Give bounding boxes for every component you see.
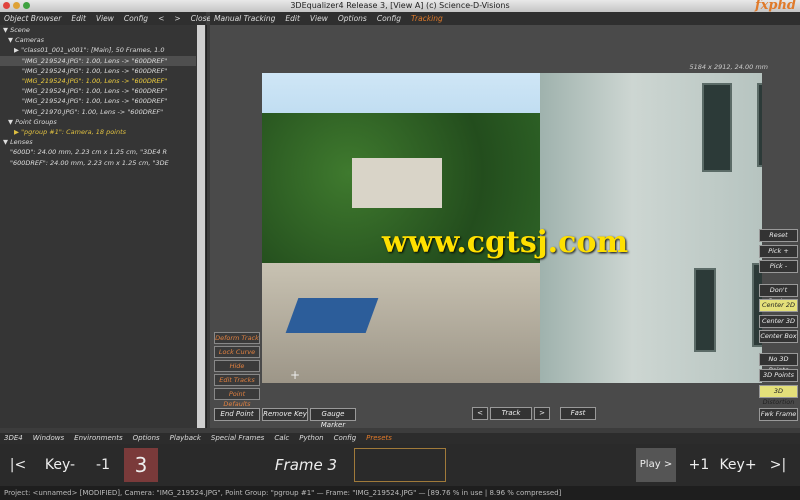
tree-item-camera[interactable]: "IMG_219524.JPG": 1.00, Lens -> "600DREF… xyxy=(0,86,196,96)
hide-button[interactable]: Hide xyxy=(214,360,260,372)
crosshair-icon: + xyxy=(290,368,301,382)
menu-3de4[interactable]: 3DE4 xyxy=(4,433,23,444)
menu-presets[interactable]: Presets xyxy=(366,433,392,444)
close-pane-button[interactable]: Close xyxy=(191,12,211,25)
tree-item-lenses[interactable]: ▼ Lenses xyxy=(0,137,196,147)
fast-button[interactable]: Fast xyxy=(560,407,596,420)
end-point-button[interactable]: End Point xyxy=(214,408,260,421)
menu-view-main[interactable]: View xyxy=(310,12,328,25)
bottom-menu: 3DE4 Windows Environments Options Playba… xyxy=(0,433,800,444)
window-controls[interactable] xyxy=(3,2,30,9)
menu-options[interactable]: Options xyxy=(338,12,367,25)
zoom-window-icon[interactable] xyxy=(23,2,30,9)
track-forward-button[interactable]: > xyxy=(534,407,550,420)
blue-tarp xyxy=(285,298,379,333)
window-pane xyxy=(757,83,762,167)
menu-windows[interactable]: Windows xyxy=(33,433,64,444)
window-title: 3DEqualizer4 Release 3, [View A] (c) Sci… xyxy=(290,1,510,10)
object-browser-pane: ▼ Scene ▼ Cameras ▶ "class01_001_v001": … xyxy=(0,25,207,428)
tree-item-cameras[interactable]: ▼ Cameras xyxy=(0,35,196,45)
plus-one-button[interactable]: +1 xyxy=(682,448,716,482)
menu-object-browser[interactable]: Object Browser xyxy=(4,12,61,25)
menu-config-bottom[interactable]: Config xyxy=(334,433,357,444)
key-minus-button[interactable]: Key- xyxy=(38,448,82,482)
minus-one-button[interactable]: -1 xyxy=(86,448,120,482)
last-frame-button[interactable]: >| xyxy=(762,448,794,482)
reset-button[interactable]: Reset xyxy=(759,229,798,242)
menu-edit[interactable]: Edit xyxy=(71,12,86,25)
window-pane xyxy=(694,268,716,352)
menu-python[interactable]: Python xyxy=(299,433,323,444)
minimize-window-icon[interactable] xyxy=(13,2,20,9)
first-frame-button[interactable]: |< xyxy=(4,448,32,482)
menu-options-bottom[interactable]: Options xyxy=(133,433,160,444)
menu-config[interactable]: Config xyxy=(124,12,148,25)
title-bar: 3DEqualizer4 Release 3, [View A] (c) Sci… xyxy=(0,0,800,12)
close-window-icon[interactable] xyxy=(3,2,10,9)
tree-scrollbar[interactable] xyxy=(197,25,205,428)
fxphd-logo: fxphd xyxy=(755,0,796,13)
next-pane-button[interactable]: > xyxy=(174,12,180,25)
tree-item-camera[interactable]: "IMG_219524.JPG": 1.00, Lens -> "600DREF… xyxy=(0,66,196,76)
tree-item-pgroup[interactable]: ▶ "pgroup #1": Camera, 18 points xyxy=(0,127,196,137)
tree-item-camera-selected[interactable]: "IMG_219524.JPG": 1.00, Lens -> "600DREF… xyxy=(0,76,196,86)
object-browser-menu: Object Browser Edit View Config < > Clos… xyxy=(0,12,211,25)
track-backward-button[interactable]: < xyxy=(472,407,488,420)
play-button[interactable]: Play > xyxy=(636,448,676,482)
deform-track-button[interactable]: Deform Track xyxy=(214,332,260,344)
pick-plus-button[interactable]: Pick + xyxy=(759,245,798,258)
fwk-frame-button[interactable]: Fwk Frame xyxy=(759,408,798,421)
menu-environments[interactable]: Environments xyxy=(74,433,123,444)
tree-item-camera[interactable]: "IMG_219524.JPG": 1.00, Lens -> "600DREF… xyxy=(0,55,196,66)
tree-item-camera-main[interactable]: ▶ "class01_001_v001": [Main], 50 Frames,… xyxy=(0,45,196,55)
tree-item-lens[interactable]: "600DREF": 24.00 mm, 2.23 cm x 1.25 cm, … xyxy=(0,158,196,168)
resolution-label: 5184 x 2912, 24.00 mm xyxy=(689,63,768,71)
tree-item-scene[interactable]: ▼ Scene xyxy=(0,25,196,35)
tree-item-camera[interactable]: "IMG_21970.JPG": 1.00, Lens -> "600DREF" xyxy=(0,107,196,117)
main-menu: Manual Tracking Edit View Options Config… xyxy=(210,12,800,25)
frame-scrubber[interactable] xyxy=(354,448,446,482)
frame-label: Frame 3 xyxy=(274,456,338,474)
current-frame-number[interactable]: 3 xyxy=(124,448,158,482)
edit-tracks-button[interactable]: Edit Tracks xyxy=(214,374,260,386)
3d-distortion-button[interactable]: 3D Distortion xyxy=(759,385,798,406)
window-pane xyxy=(702,83,732,172)
center-3d-button[interactable]: Center 3D xyxy=(759,315,798,328)
pick-minus-button[interactable]: Pick - xyxy=(759,260,798,273)
view-a-viewport[interactable]: 5184 x 2912, 24.00 mm www.cgtsj.com + De… xyxy=(210,25,800,429)
center-2d-button[interactable]: Center 2D xyxy=(759,299,798,312)
remove-key-button[interactable]: Remove Key xyxy=(262,408,308,421)
menu-calc[interactable]: Calc xyxy=(274,433,289,444)
dont-center-button[interactable]: Don't Center xyxy=(759,284,798,305)
key-plus-button[interactable]: Key+ xyxy=(718,448,758,482)
gauge-marker-button[interactable]: Gauge Marker xyxy=(310,408,356,429)
no-3d-points-button[interactable]: No 3D Points xyxy=(759,353,798,374)
tree-item-lens[interactable]: "600D": 24.00 mm, 2.23 cm x 1.25 cm, "3D… xyxy=(0,147,196,157)
center-box-button[interactable]: Center Box xyxy=(759,330,798,343)
menu-playback[interactable]: Playback xyxy=(170,433,201,444)
menu-config-main[interactable]: Config xyxy=(377,12,401,25)
menu-view[interactable]: View xyxy=(96,12,114,25)
track-button[interactable]: Track xyxy=(490,407,532,420)
prev-pane-button[interactable]: < xyxy=(158,12,164,25)
lock-curve-button[interactable]: Lock Curve xyxy=(214,346,260,358)
menu-edit-main[interactable]: Edit xyxy=(285,12,300,25)
scene-tree: ▼ Scene ▼ Cameras ▶ "class01_001_v001": … xyxy=(0,25,196,425)
status-bar: Project: <unnamed> [MODIFIED], Camera: "… xyxy=(0,486,800,500)
tree-item-camera[interactable]: "IMG_219524.JPG": 1.00, Lens -> "600DREF… xyxy=(0,96,196,106)
tree-item-point-groups[interactable]: ▼ Point Groups xyxy=(0,117,196,127)
3d-points-button[interactable]: 3D Points xyxy=(759,369,798,382)
background-building xyxy=(352,158,442,208)
menu-special-frames[interactable]: Special Frames xyxy=(211,433,264,444)
point-defaults-button[interactable]: Point Defaults xyxy=(214,388,260,408)
menu-tracking[interactable]: Tracking xyxy=(411,12,443,25)
timeline-bar: |< Key- -1 3 Frame 3 Play > +1 Key+ >| xyxy=(0,444,800,486)
watermark: www.cgtsj.com xyxy=(381,225,629,260)
menu-manual-tracking[interactable]: Manual Tracking xyxy=(214,12,275,25)
